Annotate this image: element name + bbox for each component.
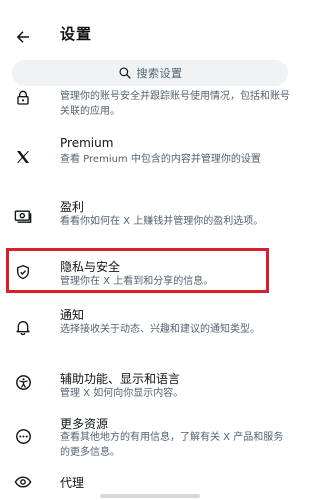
page-title: 设置 [60, 25, 93, 43]
back-button[interactable] [10, 24, 36, 50]
eye-icon [13, 472, 33, 492]
settings-item-monetization[interactable]: 盈利 看看你如何在 X 上赚钱并管理你的盈利选项。 [0, 192, 300, 242]
settings-item-privacy[interactable]: 隐私与安全 管理你在 X 上看到和分享的信息。 [0, 252, 300, 292]
settings-item-desc: 管理 X 如何向你显示内容。 [60, 388, 184, 399]
arrow-left-icon [16, 31, 29, 43]
bell-icon [13, 317, 33, 337]
more-icon [13, 426, 33, 446]
search-icon [118, 67, 131, 79]
search-placeholder: 搜索设置 [136, 67, 183, 80]
accessibility-icon [13, 372, 33, 392]
settings-item-desc: 查看 Premium 中包含的内容并管理你的设置 [60, 154, 261, 165]
settings-item-desc: 管理你在 X 上看到和分享的信息。 [60, 276, 214, 287]
search-input[interactable]: 搜索设置 [12, 60, 288, 86]
x-logo-icon [13, 147, 33, 167]
settings-item-accessibility[interactable]: 辅助功能、显示和语言 管理 X 如何向你显示内容。 [0, 366, 300, 406]
home-indicator[interactable] [100, 494, 200, 498]
settings-item-title: 隐私与安全 [60, 260, 121, 274]
settings-item-title: 盈利 [60, 200, 85, 214]
settings-item-title: Premium [60, 136, 114, 150]
settings-item-title: 通知 [60, 308, 85, 322]
lock-icon [13, 88, 33, 108]
shield-icon [13, 262, 33, 282]
settings-item-premium[interactable]: Premium 查看 Premium 中包含的内容并管理你的设置 [0, 132, 300, 180]
settings-item-notifications[interactable]: 通知 选择接收关于动态、兴趣和建议的通知类型。 [0, 302, 300, 352]
settings-item-desc: 选择接收关于动态、兴趣和建议的通知类型。 [60, 324, 260, 335]
settings-item-account[interactable]: 管理你的账号安全并跟踪账号使用情况，包括和账号关联的应用。 [0, 86, 300, 126]
settings-item-title: 辅助功能、显示和语言 [60, 372, 181, 386]
settings-item-desc: 查看其他地方的有用信息，了解有关 X 产品和服务的更多信息。 [60, 432, 284, 458]
header: 设置 [0, 0, 300, 62]
money-icon [13, 206, 33, 226]
settings-item-resources[interactable]: 更多资源 查看其他地方的有用信息，了解有关 X 产品和服务的更多信息。 [0, 413, 300, 463]
settings-item-desc: 管理你的账号安全并跟踪账号使用情况，包括和账号关联的应用。 [60, 91, 290, 117]
settings-item-desc: 看看你如何在 X 上赚钱并管理你的盈利选项。 [60, 216, 264, 227]
settings-item-title: 代理 [60, 476, 85, 490]
